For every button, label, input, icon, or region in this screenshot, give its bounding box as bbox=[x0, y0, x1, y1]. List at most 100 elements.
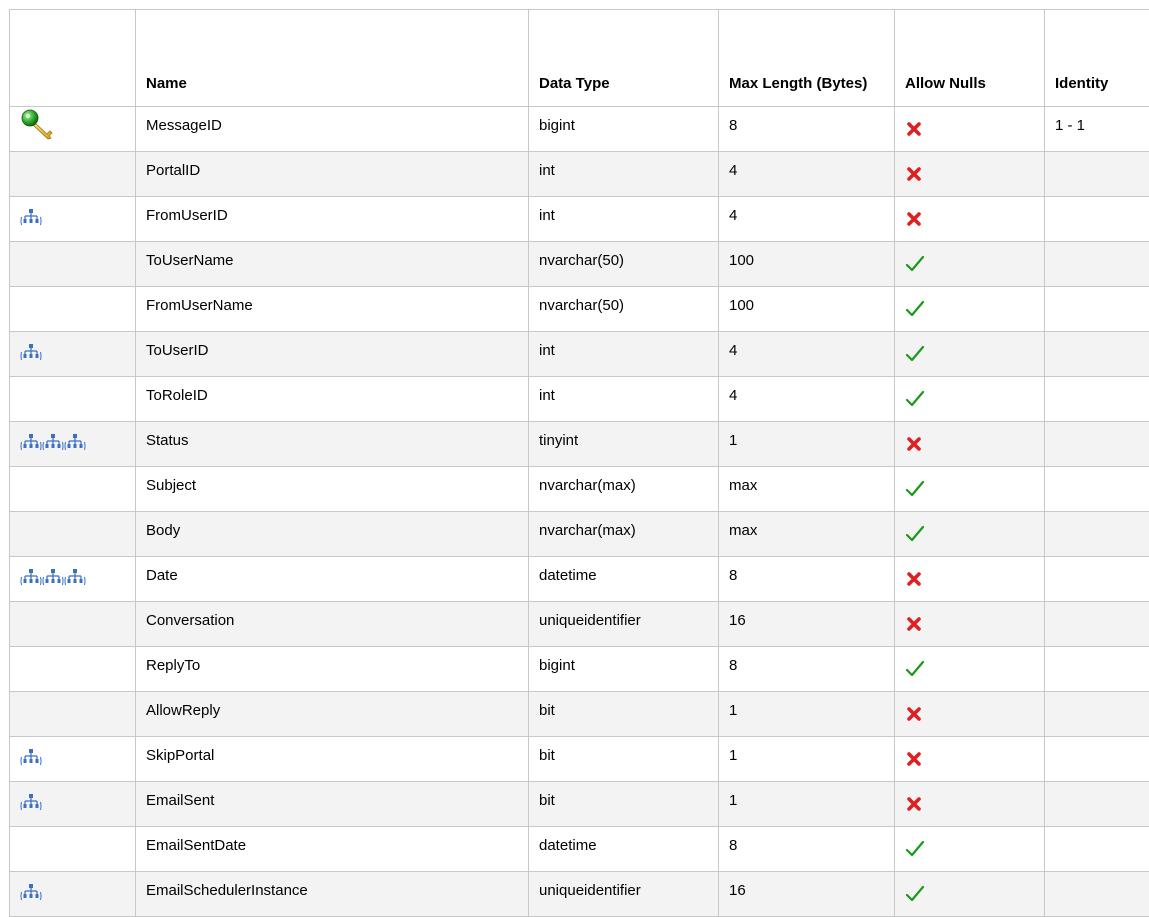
checkmark-icon bbox=[905, 255, 925, 277]
data-type-cell-text: bit bbox=[539, 747, 555, 764]
table-body: MessageIDbigint81 - 1PortalIDint4FromUse… bbox=[10, 107, 1149, 917]
allow-nulls-cell bbox=[895, 512, 1045, 557]
data-type-cell: bigint bbox=[529, 107, 719, 152]
data-type-cell: nvarchar(50) bbox=[529, 287, 719, 332]
identity-cell bbox=[1045, 557, 1149, 602]
key-cell bbox=[10, 692, 136, 737]
column-name-cell-text: ReplyTo bbox=[146, 657, 200, 674]
identity-cell bbox=[1045, 197, 1149, 242]
allow-nulls-cell bbox=[895, 422, 1045, 467]
key-cell bbox=[10, 197, 136, 242]
max-length-cell: 8 bbox=[719, 107, 895, 152]
column-name-cell: SkipPortal bbox=[136, 737, 529, 782]
max-length-cell: max bbox=[719, 512, 895, 557]
max-length-cell: 4 bbox=[719, 197, 895, 242]
column-name-cell: ToRoleID bbox=[136, 377, 529, 422]
allow-nulls-cell bbox=[895, 602, 1045, 647]
data-type-cell-text: bit bbox=[539, 792, 555, 809]
allow-nulls-cell bbox=[895, 332, 1045, 377]
table-header-row: Name Data Type Max Length (Bytes) Allow … bbox=[10, 10, 1149, 107]
max-length-cell: 1 bbox=[719, 737, 895, 782]
key-cell bbox=[10, 827, 136, 872]
allow-nulls-cell bbox=[895, 692, 1045, 737]
allow-nulls-cell bbox=[895, 107, 1045, 152]
data-type-cell: bit bbox=[529, 737, 719, 782]
table-row: ReplyTobigint8 bbox=[10, 647, 1149, 692]
column-name-cell-text: ToUserName bbox=[146, 252, 234, 269]
table-row: ToUserNamenvarchar(50)100 bbox=[10, 242, 1149, 287]
data-type-cell: tinyint bbox=[529, 422, 719, 467]
identity-cell: 1 - 1 bbox=[1045, 107, 1149, 152]
max-length-cell-text: 4 bbox=[729, 387, 737, 404]
column-name-cell: EmailSchedulerInstance bbox=[136, 872, 529, 917]
header-data-type: Data Type bbox=[529, 10, 719, 107]
max-length-cell-text: 4 bbox=[729, 162, 737, 179]
table-row: EmailSent bit 1 bbox=[10, 782, 1149, 827]
column-name-cell: EmailSentDate bbox=[136, 827, 529, 872]
allow-nulls-cell bbox=[895, 197, 1045, 242]
column-name-cell: EmailSent bbox=[136, 782, 529, 827]
column-name-cell-text: Date bbox=[146, 567, 178, 584]
columns-table: Name Data Type Max Length (Bytes) Allow … bbox=[9, 9, 1149, 917]
cross-icon bbox=[905, 705, 923, 727]
cross-icon bbox=[905, 615, 923, 637]
identity-cell bbox=[1045, 422, 1149, 467]
column-name-cell-text: MessageID bbox=[146, 117, 222, 134]
allow-nulls-cell bbox=[895, 827, 1045, 872]
table-row: ToRoleID int 4 bbox=[10, 377, 1149, 422]
allow-nulls-cell bbox=[895, 287, 1045, 332]
data-type-cell-text: uniqueidentifier bbox=[539, 612, 641, 629]
max-length-cell: 4 bbox=[719, 332, 895, 377]
table-row: FromUserIDint4 bbox=[10, 197, 1149, 242]
max-length-cell-text: 1 bbox=[729, 432, 737, 449]
data-type-cell-text: bit bbox=[539, 702, 555, 719]
header-max-length: Max Length (Bytes) bbox=[719, 10, 895, 107]
data-type-cell-text: bigint bbox=[539, 657, 575, 674]
index-icon bbox=[64, 566, 86, 592]
data-type-cell: nvarchar(50) bbox=[529, 242, 719, 287]
cross-icon bbox=[905, 570, 923, 592]
identity-cell bbox=[1045, 602, 1149, 647]
column-name-cell: Status bbox=[136, 422, 529, 467]
key-cell bbox=[10, 737, 136, 782]
max-length-cell-text: 16 bbox=[729, 882, 746, 899]
data-type-cell-text: datetime bbox=[539, 567, 597, 584]
header-identity: Identity bbox=[1045, 10, 1149, 107]
allow-nulls-cell bbox=[895, 872, 1045, 917]
data-type-cell-text: int bbox=[539, 387, 555, 404]
allow-nulls-cell bbox=[895, 242, 1045, 287]
table-row: FromUserNamenvarchar(50)100 bbox=[10, 287, 1149, 332]
max-length-cell: 4 bbox=[719, 152, 895, 197]
max-length-cell: 16 bbox=[719, 872, 895, 917]
data-type-cell-text: int bbox=[539, 162, 555, 179]
primary-key-icon bbox=[20, 108, 56, 144]
column-name-cell: Body bbox=[136, 512, 529, 557]
column-name-cell-text: Subject bbox=[146, 477, 196, 494]
checkmark-icon bbox=[905, 885, 925, 907]
max-length-cell-text: 1 bbox=[729, 702, 737, 719]
max-length-cell-text: 1 bbox=[729, 792, 737, 809]
data-type-cell: datetime bbox=[529, 557, 719, 602]
data-type-cell-text: int bbox=[539, 342, 555, 359]
cross-icon bbox=[905, 210, 923, 232]
allow-nulls-cell bbox=[895, 377, 1045, 422]
table-row: Bodynvarchar(max)max bbox=[10, 512, 1149, 557]
key-cell bbox=[10, 422, 136, 467]
max-length-cell: 4 bbox=[719, 377, 895, 422]
identity-cell bbox=[1045, 737, 1149, 782]
data-type-cell-text: bigint bbox=[539, 117, 575, 134]
identity-cell bbox=[1045, 467, 1149, 512]
column-name-cell-text: EmailSchedulerInstance bbox=[146, 882, 308, 899]
identity-cell bbox=[1045, 152, 1149, 197]
table-row: Conversationuniqueidentifier16 bbox=[10, 602, 1149, 647]
index-icon bbox=[20, 206, 42, 232]
max-length-cell: 1 bbox=[719, 782, 895, 827]
column-name-cell: Subject bbox=[136, 467, 529, 512]
data-type-cell-text: datetime bbox=[539, 837, 597, 854]
data-type-cell-text: nvarchar(50) bbox=[539, 297, 624, 314]
column-name-cell-text: PortalID bbox=[146, 162, 200, 179]
column-name-cell-text: EmailSentDate bbox=[146, 837, 246, 854]
max-length-cell-text: 100 bbox=[729, 297, 754, 314]
index-icon bbox=[20, 431, 42, 457]
checkmark-icon bbox=[905, 345, 925, 367]
